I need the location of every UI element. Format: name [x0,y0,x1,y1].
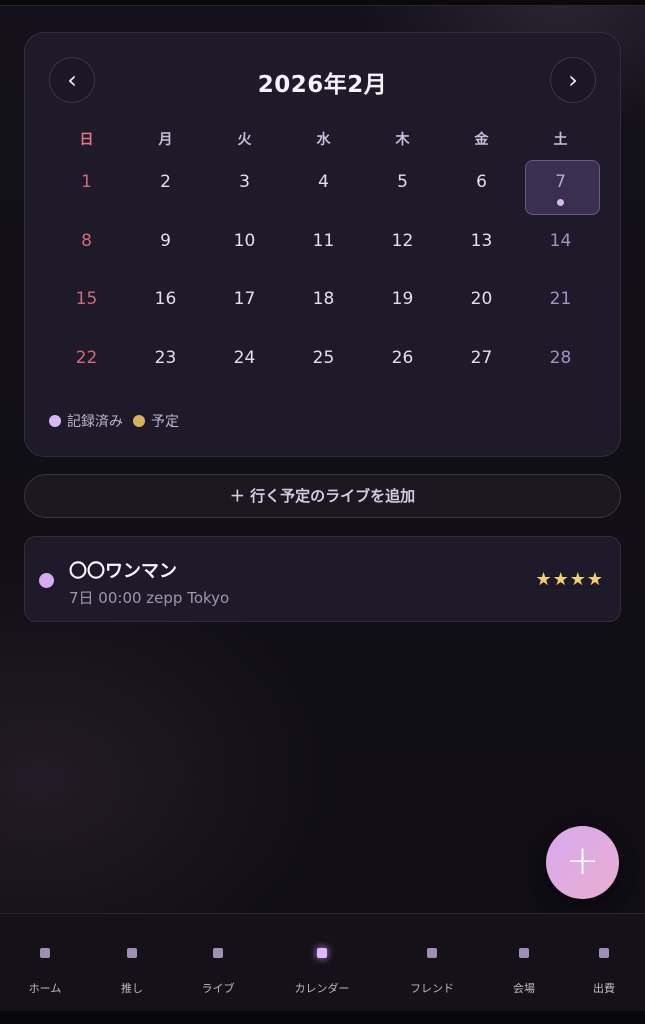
nav-item-calendar[interactable]: カレンダー [282,914,362,1012]
nav-label: カレンダー [294,982,350,995]
friend-icon [427,948,437,958]
calendar-day[interactable]: 16 [126,274,205,333]
add-planned-live-button[interactable]: ＋ 行く予定のライブを追加 [24,474,621,518]
event-status-dot-icon [39,573,54,588]
live-icon [213,948,223,958]
calendar-day[interactable]: 18 [284,274,363,333]
calendar-day-number: 7 [555,172,566,192]
venue-icon [519,948,529,958]
plus-icon: + [565,838,600,884]
bottom-navigation: ホーム 推し ライブ カレンダー フレンド 会場 出費 [0,913,645,1011]
calendar-week: 8 9 10 11 12 13 14 [47,216,600,275]
calendar-day[interactable]: 24 [205,333,284,392]
next-month-button[interactable]: › [550,57,596,103]
event-title: 〇〇ワンマン [69,561,177,582]
oshi-icon [127,948,137,958]
calendar-day[interactable]: 11 [284,216,363,275]
calendar-day[interactable]: 28 [521,333,600,392]
weekday-wednesday: 水 [316,132,331,148]
calendar-day[interactable]: 12 [363,216,442,275]
chevron-right-icon: › [568,66,578,94]
calendar-day[interactable]: 22 [47,333,126,392]
calendar-day[interactable]: 9 [126,216,205,275]
calendar-day[interactable]: 3 [205,157,284,216]
planned-dot-icon [133,415,145,427]
nav-item-live[interactable]: ライブ [188,914,248,1012]
nav-item-venue[interactable]: 会場 [494,914,554,1012]
calendar-grid: 1 2 3 4 5 6 7 8 9 10 11 12 13 14 15 16 1… [47,157,600,391]
calendar-day[interactable]: 1 [47,157,126,216]
calendar-month-title: 2026年2月 [257,72,388,98]
calendar-day[interactable]: 26 [363,333,442,392]
calendar-day[interactable]: 27 [442,333,521,392]
nav-item-oshi[interactable]: 推し [102,914,162,1012]
weekday-friday: 金 [474,132,489,148]
calendar-day[interactable]: 13 [442,216,521,275]
nav-label: 推し [121,982,143,995]
calendar-day-selected[interactable]: 7 [521,157,600,216]
calendar-week: 15 16 17 18 19 20 21 [47,274,600,333]
home-icon [40,948,50,958]
nav-label: 会場 [513,982,535,995]
calendar-day[interactable]: 19 [363,274,442,333]
bottom-edge [0,1011,645,1024]
record-dot-icon [557,199,564,206]
weekday-thursday: 木 [395,132,410,148]
nav-item-home[interactable]: ホーム [15,914,75,1012]
event-rating-stars: ★★★★ [535,569,604,590]
calendar-day[interactable]: 2 [126,157,205,216]
calendar-day[interactable]: 14 [521,216,600,275]
calendar-day[interactable]: 8 [47,216,126,275]
weekday-tuesday: 火 [237,132,252,148]
legend-item-recorded: 記録済み [49,411,123,431]
weekday-sunday: 日 [79,132,94,148]
calendar-day[interactable]: 23 [126,333,205,392]
calendar-icon [317,948,327,958]
weekday-saturday: 土 [553,132,568,148]
calendar-day[interactable]: 17 [205,274,284,333]
calendar-day[interactable]: 6 [442,157,521,216]
event-datetime-venue: 7日 00:00 zepp Tokyo [69,589,230,607]
weekday-header: 日 月 火 水 木 金 土 [47,129,600,149]
nav-item-expense[interactable]: 出費 [574,914,634,1012]
calendar-card: ‹ 2026年2月 › 日 月 火 水 木 金 土 1 2 3 4 5 6 7 … [24,32,621,457]
event-list-item[interactable]: 〇〇ワンマン 7日 00:00 zepp Tokyo ★★★★ [24,536,621,622]
calendar-day[interactable]: 21 [521,274,600,333]
nav-label: ライブ [201,982,235,995]
expense-icon [599,948,609,958]
legend-label: 記録済み [67,414,123,430]
nav-label: 出費 [593,982,615,995]
calendar-week: 22 23 24 25 26 27 28 [47,333,600,392]
nav-label: フレンド [410,982,454,995]
legend-item-planned: 予定 [133,411,179,431]
calendar-day[interactable]: 5 [363,157,442,216]
legend-label: 予定 [151,414,179,430]
nav-item-friend[interactable]: フレンド [396,914,468,1012]
calendar-day[interactable]: 20 [442,274,521,333]
nav-label: ホーム [28,982,62,995]
calendar-day[interactable]: 10 [205,216,284,275]
add-fab-button[interactable]: + [546,826,619,899]
calendar-week: 1 2 3 4 5 6 7 [47,157,600,216]
calendar-day[interactable]: 15 [47,274,126,333]
weekday-monday: 月 [158,132,173,148]
calendar-day[interactable]: 25 [284,333,363,392]
top-edge [0,0,645,6]
calendar-day[interactable]: 4 [284,157,363,216]
recorded-dot-icon [49,415,61,427]
calendar-legend: 記録済み 予定 [49,411,189,431]
